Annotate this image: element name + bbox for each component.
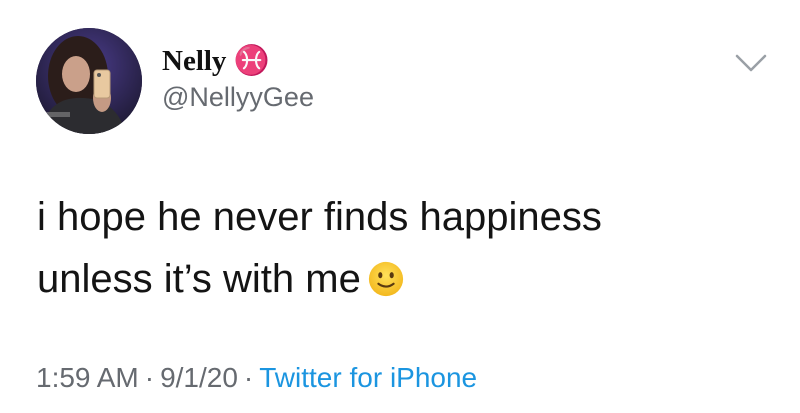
avatar-photo bbox=[36, 28, 142, 134]
tweet-card: Nelly ♓ @NellyyGee i hope he never finds… bbox=[0, 0, 800, 413]
tweet-text: i hope he never finds happiness unless i… bbox=[37, 186, 757, 310]
tweet-meta: 1:59 AM · 9/1/20 · Twitter for iPhone bbox=[36, 362, 477, 394]
tweet-text-line-content: unless it’s with me bbox=[37, 257, 361, 301]
slightly-smiling-face-icon bbox=[368, 261, 403, 297]
tweet-source-link[interactable]: Twitter for iPhone bbox=[259, 362, 477, 393]
tweet-time[interactable]: 1:59 AM bbox=[36, 362, 139, 393]
separator-dot: · bbox=[243, 362, 254, 393]
display-name[interactable]: Nelly ♓ bbox=[162, 44, 270, 78]
tweet-date[interactable]: 9/1/20 bbox=[160, 362, 238, 393]
separator-dot: · bbox=[144, 362, 155, 393]
avatar[interactable] bbox=[36, 28, 142, 134]
tweet-text-line: i hope he never finds happiness bbox=[37, 195, 602, 239]
user-handle[interactable]: @NellyyGee bbox=[162, 82, 314, 113]
chevron-down-icon[interactable] bbox=[734, 52, 768, 74]
tweet-text-line: unless it’s with me bbox=[37, 248, 757, 310]
